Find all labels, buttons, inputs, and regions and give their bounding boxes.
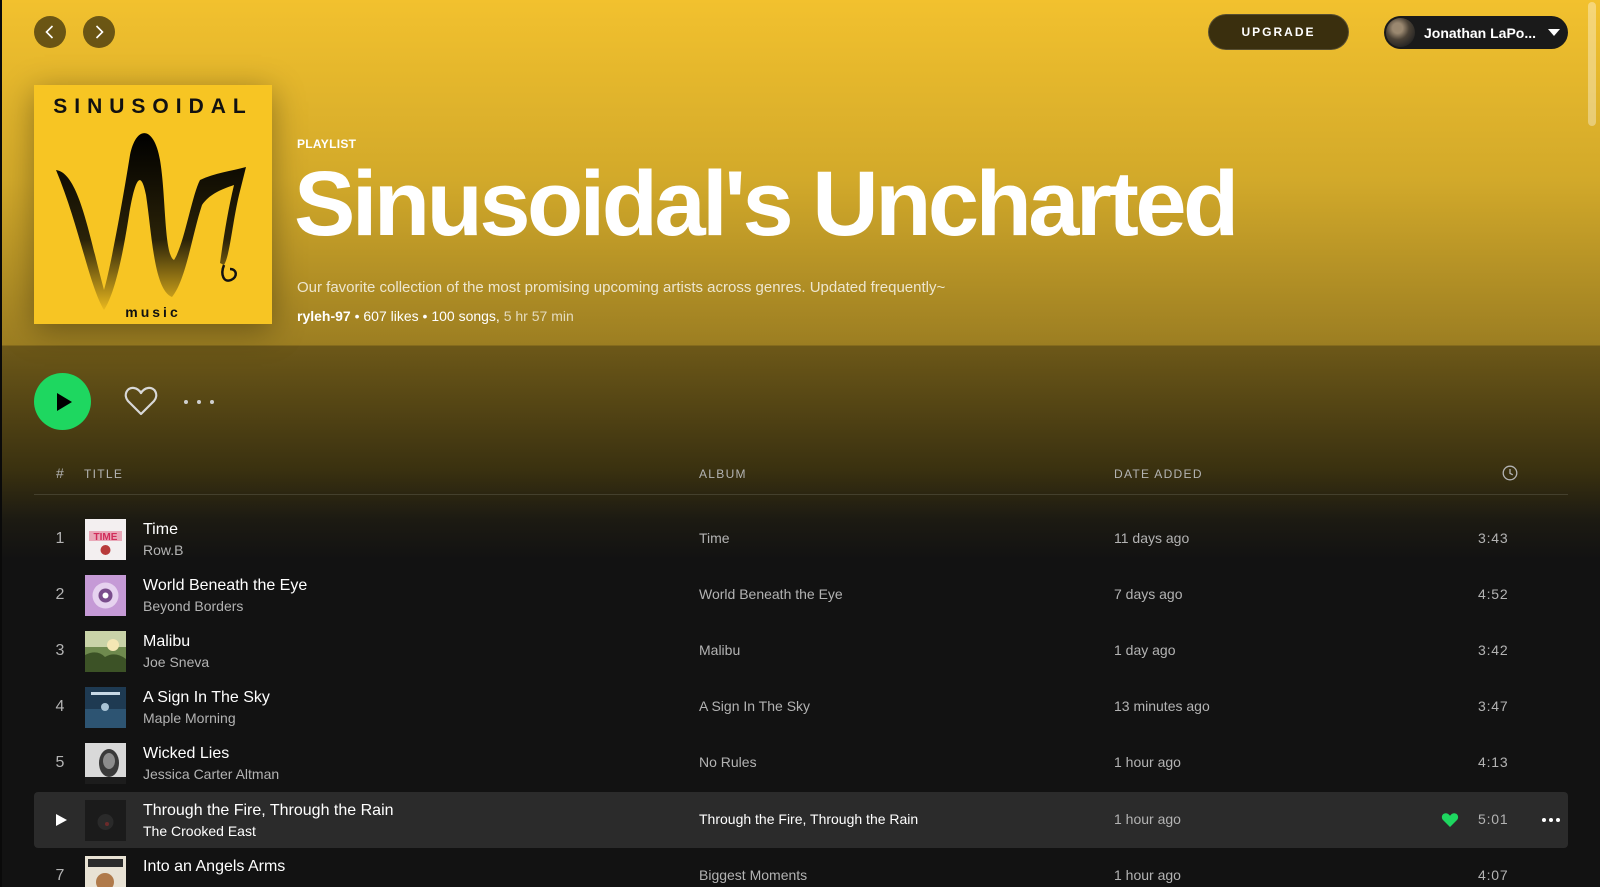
track-artwork: [85, 575, 126, 616]
cover-subtitle: music: [125, 304, 181, 320]
avatar: [1386, 18, 1415, 47]
track-artist[interactable]: Row.B: [143, 542, 183, 558]
upgrade-button[interactable]: UPGRADE: [1208, 14, 1349, 50]
page-title: Sinusoidal's Uncharted: [294, 153, 1239, 255]
row-play-icon[interactable]: [54, 813, 68, 827]
track-duration: 4:07: [1478, 867, 1509, 883]
left-edge-divider: [0, 0, 2, 887]
table-row[interactable]: 2 World Beneath the Eye Beyond Borders W…: [34, 567, 1568, 623]
more-options-button[interactable]: [184, 390, 214, 414]
playlist-description: Our favorite collection of the most prom…: [297, 279, 946, 296]
track-artist[interactable]: Maple Morning: [143, 710, 236, 726]
track-artist[interactable]: Jessica Carter Altman: [143, 766, 279, 782]
table-row[interactable]: 3 Malibu Joe Sneva Malibu 1 day ago 3:42: [34, 623, 1568, 679]
liked-heart-icon[interactable]: [1441, 812, 1459, 828]
track-duration: 3:43: [1478, 530, 1509, 546]
back-button[interactable]: [34, 16, 66, 48]
track-album[interactable]: A Sign In The Sky: [699, 698, 810, 714]
track-album[interactable]: Through the Fire, Through the Rain: [699, 811, 918, 827]
track-title[interactable]: Time: [143, 521, 178, 539]
track-artist[interactable]: Beyond Borders: [143, 598, 243, 614]
track-album[interactable]: Time: [699, 530, 730, 546]
track-artist[interactable]: The Crooked East: [143, 823, 256, 839]
playlist-meta: ryleh-97 • 607 likes • 100 songs, 5 hr 5…: [297, 308, 574, 324]
likes-count: • 607 likes: [350, 308, 419, 324]
table-row[interactable]: 7 Into an Angels Arms Biggest Moments 1 …: [34, 848, 1568, 887]
track-album[interactable]: Malibu: [699, 642, 740, 658]
track-artwork: [85, 856, 126, 887]
track-number: 3: [55, 642, 65, 659]
row-more-options-button[interactable]: [1542, 818, 1560, 822]
track-date-added: 1 hour ago: [1114, 754, 1181, 770]
play-button[interactable]: [34, 373, 91, 430]
chevron-right-icon: [95, 25, 104, 39]
track-duration: 4:52: [1478, 586, 1509, 602]
songs-count: • 100 songs,: [418, 308, 500, 324]
track-date-added: 11 days ago: [1114, 530, 1190, 546]
scrollbar-thumb[interactable]: [1588, 2, 1596, 126]
dot: [1542, 818, 1546, 822]
app-window: UPGRADE Jonathan LaPo... SINUSOIDAL musi…: [0, 0, 1600, 887]
tracklist-header: # TITLE ALBUM DATE ADDED: [34, 465, 1568, 495]
track-date-added: 1 hour ago: [1114, 867, 1181, 883]
track-date-added: 13 minutes ago: [1114, 698, 1210, 714]
track-date-added: 1 day ago: [1114, 642, 1176, 658]
play-icon: [56, 392, 72, 411]
column-header-date-added[interactable]: DATE ADDED: [1114, 467, 1203, 481]
scrollbar[interactable]: [1588, 0, 1598, 130]
playlist-cover: SINUSOIDAL music: [34, 85, 272, 324]
cover-wave-graphic: [56, 133, 246, 310]
track-title[interactable]: Into an Angels Arms: [143, 858, 285, 876]
track-album[interactable]: No Rules: [699, 754, 757, 770]
track-duration: 4:13: [1478, 754, 1509, 770]
track-album[interactable]: Biggest Moments: [699, 867, 807, 883]
forward-button[interactable]: [83, 16, 115, 48]
dot: [197, 400, 201, 404]
user-menu-button[interactable]: Jonathan LaPo...: [1384, 16, 1568, 49]
column-header-title[interactable]: TITLE: [84, 467, 123, 481]
svg-text:TIME: TIME: [94, 532, 118, 543]
track-artist[interactable]: Joe Sneva: [143, 654, 209, 670]
track-number: 1: [55, 530, 65, 547]
track-artwork: [85, 800, 126, 841]
clock-icon: [1502, 465, 1518, 481]
total-duration: 5 hr 57 min: [499, 308, 574, 324]
track-title[interactable]: Malibu: [143, 633, 190, 651]
track-duration: 3:42: [1478, 642, 1509, 658]
playlist-owner-link[interactable]: ryleh-97: [297, 308, 351, 324]
track-album[interactable]: World Beneath the Eye: [699, 586, 843, 602]
cover-title: SINUSOIDAL: [53, 95, 253, 118]
like-playlist-button[interactable]: [124, 385, 158, 417]
track-date-added: 7 days ago: [1114, 586, 1183, 602]
table-row[interactable]: Through the Fire, Through the Rain The C…: [34, 792, 1568, 848]
track-duration: 5:01: [1478, 811, 1509, 827]
dot: [1549, 818, 1553, 822]
track-title[interactable]: Wicked Lies: [143, 745, 229, 763]
chevron-left-icon: [45, 25, 54, 39]
column-header-album[interactable]: ALBUM: [699, 467, 747, 481]
track-artwork: TIME: [85, 519, 126, 560]
track-date-added: 1 hour ago: [1114, 811, 1181, 827]
track-title[interactable]: Through the Fire, Through the Rain: [143, 802, 394, 820]
table-row[interactable]: 1 TIME Time Row.B Time 11 days ago 3:43: [34, 511, 1568, 567]
track-title[interactable]: World Beneath the Eye: [143, 577, 307, 595]
track-number: 4: [55, 698, 65, 715]
dot: [1556, 818, 1560, 822]
table-row[interactable]: 4 A Sign In The Sky Maple Morning A Sign…: [34, 679, 1568, 735]
track-number: 5: [55, 754, 65, 771]
table-row[interactable]: 5 Wicked Lies Jessica Carter Altman No R…: [34, 735, 1568, 791]
track-artwork: [85, 743, 126, 784]
playlist-type-label: PLAYLIST: [297, 137, 357, 151]
track-artwork: [85, 687, 126, 728]
track-number: 7: [55, 867, 65, 884]
track-duration: 3:47: [1478, 698, 1509, 714]
dot: [184, 400, 188, 404]
caret-down-icon: [1548, 29, 1561, 36]
column-header-number: #: [56, 465, 66, 481]
track-artwork: [85, 631, 126, 672]
track-title[interactable]: A Sign In The Sky: [143, 689, 270, 707]
user-name: Jonathan LaPo...: [1424, 24, 1537, 41]
dot: [210, 400, 214, 404]
track-number: 2: [55, 586, 65, 603]
